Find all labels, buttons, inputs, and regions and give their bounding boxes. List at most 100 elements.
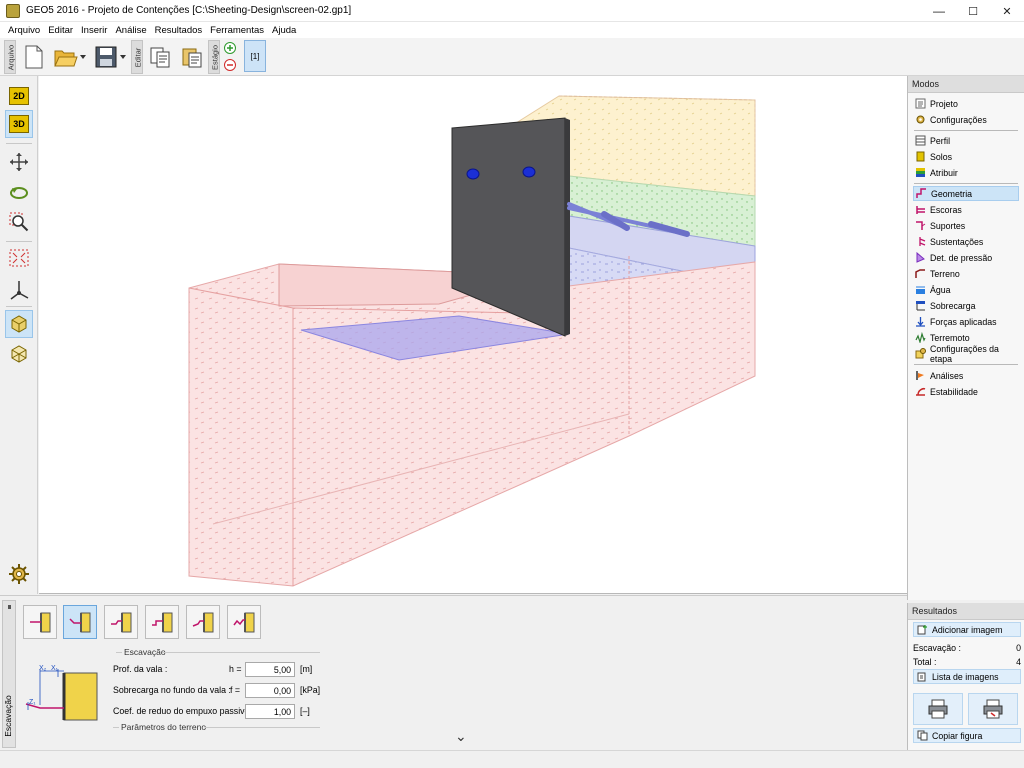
rotate-icon[interactable] <box>5 178 33 206</box>
x1-label: X₁ <box>51 665 59 672</box>
water-icon <box>916 286 925 294</box>
menu-bar: Arquivo Editar Inserir Análise Resultado… <box>0 22 1024 38</box>
print-button[interactable] <box>913 693 963 725</box>
mode-analysis[interactable]: Análises <box>913 368 1019 383</box>
z1-label: Z₁ <box>29 699 36 706</box>
mode-supports[interactable]: Suportes <box>913 218 1019 233</box>
collapse-chevron-icon[interactable]: ⌄ <box>455 728 467 745</box>
depth-unit: [m] <box>300 664 313 674</box>
print-export-button[interactable] <box>968 693 1018 725</box>
mode-soils[interactable]: Solos <box>913 149 1019 164</box>
close-button[interactable]: ✕ <box>990 0 1024 22</box>
zoom-icon[interactable] <box>5 208 33 236</box>
maximize-button[interactable]: ☐ <box>956 0 990 22</box>
menu-results[interactable]: Resultados <box>151 25 207 36</box>
axes-icon[interactable] <box>5 276 33 304</box>
panel-pin-icon[interactable] <box>8 605 11 609</box>
menu-insert[interactable]: Inserir <box>77 25 111 36</box>
save-file-button[interactable] <box>92 43 120 71</box>
copy-data-button[interactable] <box>146 43 174 71</box>
menu-tools[interactable]: Ferramentas <box>206 25 268 36</box>
passive-reduction-input[interactable] <box>245 704 295 719</box>
excavation-diagram: X₂ X₁ Z₁ <box>24 665 99 722</box>
surcharge-icon <box>916 301 925 311</box>
mode-project[interactable]: Projeto <box>913 96 1019 111</box>
geometry-shape-4-button[interactable] <box>145 605 179 639</box>
passive-reduction-unit: [–] <box>300 706 310 716</box>
image-list-button[interactable]: Lista de imagens <box>913 669 1021 684</box>
mode-stability[interactable]: Estabilidade <box>913 384 1019 399</box>
save-dropdown-icon[interactable] <box>118 43 128 71</box>
mode-settings[interactable]: Configurações <box>913 112 1019 127</box>
geometry-shape-3-button[interactable] <box>104 605 138 639</box>
app-icon <box>6 3 20 18</box>
earthquake-icon <box>915 332 926 343</box>
mode-applied-forces[interactable]: Forças aplicadas <box>913 314 1019 329</box>
view-toolbar: 2D 3D <box>0 76 38 594</box>
settings-icon <box>916 115 925 124</box>
remove-stage-icon[interactable] <box>222 58 238 72</box>
window-controls: — ☐ ✕ <box>922 0 1024 22</box>
excavation-tab[interactable]: Escavação <box>2 600 16 748</box>
menu-edit[interactable]: Editar <box>44 25 77 36</box>
x2-label: X₂ <box>39 665 47 672</box>
mode-struts[interactable]: Escoras <box>913 202 1019 217</box>
viewport-settings-icon[interactable] <box>5 560 33 588</box>
menu-analysis[interactable]: Análise <box>111 25 150 36</box>
toolbar-group-file: Arquivo <box>4 40 16 74</box>
copy-figure-button[interactable]: Copiar figura <box>913 728 1021 743</box>
geometry-shape-5-button[interactable] <box>186 605 220 639</box>
modes-panel: Modos Projeto Configurações Perfil Solos… <box>907 76 1024 600</box>
pan-icon[interactable] <box>5 148 33 176</box>
mode-surcharge[interactable]: Sobrecarga <box>913 298 1019 313</box>
depth-input[interactable] <box>245 662 295 677</box>
zoom-extents-icon[interactable] <box>5 244 33 272</box>
mode-water[interactable]: Água <box>913 282 1019 297</box>
open-file-button[interactable] <box>52 43 80 71</box>
new-file-button[interactable] <box>20 43 48 71</box>
assign-icon <box>916 168 925 177</box>
geometry-shape-1-button[interactable] <box>23 605 57 639</box>
mode-assign[interactable]: Atribuir <box>913 165 1019 180</box>
geometry-shape-6-button[interactable] <box>227 605 261 639</box>
copy-figure-icon <box>917 730 928 741</box>
mode-props[interactable]: Sustentações <box>913 234 1019 249</box>
menu-file[interactable]: Arquivo <box>4 25 44 36</box>
bottom-surcharge-symbol: f = <box>230 685 241 695</box>
view-3d-button[interactable]: 3D <box>5 110 33 138</box>
terrain-icon <box>915 269 925 278</box>
stage-tab-1[interactable]: [1] <box>244 40 266 72</box>
mode-stage-settings[interactable]: Configurações da etapa <box>913 344 1019 364</box>
bottom-surcharge-input[interactable] <box>245 683 295 698</box>
mode-pressure-determination[interactable]: Det. de pressão <box>913 250 1019 265</box>
excavation-group-title: Escavação <box>124 647 166 657</box>
minimize-button[interactable]: — <box>922 0 956 22</box>
add-image-icon <box>917 625 927 635</box>
paste-data-button[interactable] <box>178 43 206 71</box>
3d-viewport[interactable] <box>39 76 907 594</box>
input-panel: Escavação X₂ X₁ Z₁ Escavação Prof. da va… <box>0 595 907 750</box>
mode-geometry[interactable]: Geometria <box>913 186 1019 201</box>
main-toolbar: Arquivo Editar Estágio <box>0 38 1024 76</box>
view-2d-button[interactable]: 2D <box>5 82 33 110</box>
mode-terrain[interactable]: Terreno <box>913 266 1019 281</box>
depth-symbol: h = <box>229 664 242 674</box>
add-image-button[interactable]: Adicionar imagem <box>913 622 1021 637</box>
printer-icon <box>928 699 948 719</box>
open-dropdown-icon[interactable] <box>78 43 88 71</box>
add-stage-icon[interactable] <box>222 41 238 55</box>
total-image-count: Total :4 <box>913 657 1021 667</box>
excavation-image-count: Escavação :0 <box>913 643 1021 653</box>
printer-export-icon <box>983 699 1003 719</box>
struts-icon <box>916 206 925 214</box>
mode-profile[interactable]: Perfil <box>913 133 1019 148</box>
wireframe-view-icon[interactable] <box>5 340 33 368</box>
supports-icon <box>916 221 926 230</box>
soils-icon <box>916 151 925 162</box>
geometry-shape-2-button[interactable] <box>63 605 97 639</box>
props-icon <box>919 237 926 246</box>
image-list-icon <box>917 672 926 682</box>
menu-help[interactable]: Ajuda <box>268 25 300 36</box>
solid-view-icon[interactable] <box>5 310 33 338</box>
bottom-surcharge-unit: [kPa] <box>300 685 321 695</box>
